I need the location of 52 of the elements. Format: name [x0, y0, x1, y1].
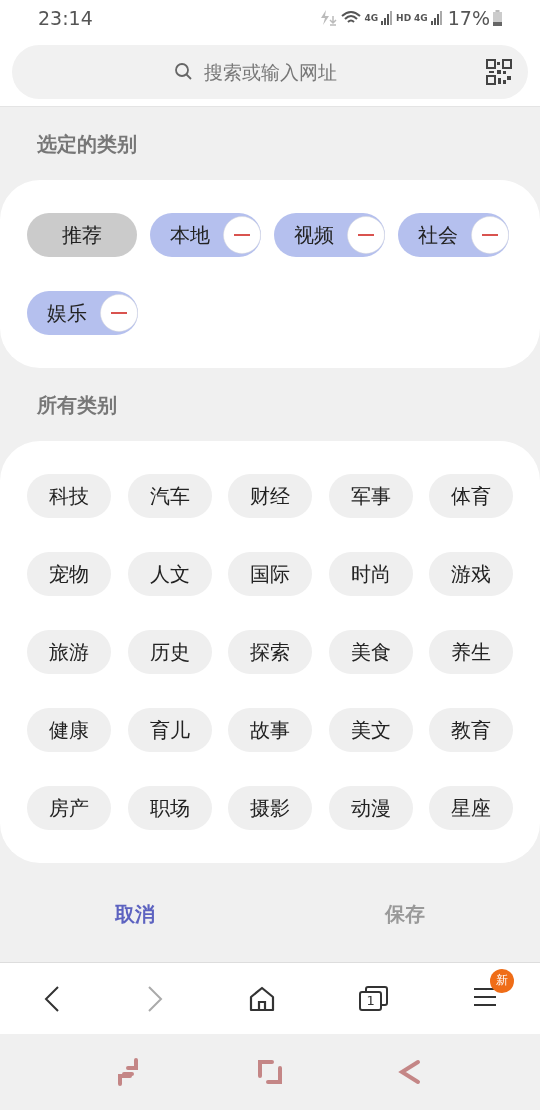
status-time: 23:14: [38, 7, 93, 29]
new-badge: 新: [490, 968, 515, 993]
category-chip[interactable]: 汽车: [127, 474, 212, 518]
network-label: 4G: [364, 13, 379, 23]
category-chip[interactable]: 育儿: [127, 708, 212, 752]
category-chip[interactable]: 人文: [127, 552, 212, 596]
category-chip[interactable]: 动漫: [328, 786, 413, 830]
category-chip[interactable]: 职场: [127, 786, 212, 830]
category-chip[interactable]: 探索: [228, 630, 312, 674]
remove-icon[interactable]: [347, 216, 385, 254]
category-chip[interactable]: 视频: [274, 213, 385, 257]
signal-icon: [430, 11, 443, 25]
battery-percent: 17%: [447, 7, 490, 29]
home-icon[interactable]: [247, 984, 276, 1013]
category-chip[interactable]: 养生: [429, 630, 513, 674]
category-chip[interactable]: 旅游: [27, 630, 111, 674]
category-chip[interactable]: 科技: [27, 474, 111, 518]
category-chip[interactable]: 故事: [228, 708, 312, 752]
battery-icon: [493, 10, 502, 26]
section-title: 所有类别: [36, 392, 118, 419]
category-chip[interactable]: 财经: [228, 474, 312, 518]
network-label: HD: [396, 13, 412, 23]
category-chip[interactable]: 推荐: [27, 213, 137, 257]
category-chip[interactable]: 美食: [328, 630, 413, 674]
category-chip[interactable]: 星座: [429, 786, 513, 830]
section-title: 选定的类别: [36, 131, 138, 158]
search-icon: [174, 62, 194, 82]
category-chip[interactable]: 军事: [328, 474, 413, 518]
qr-code-icon[interactable]: [486, 59, 512, 85]
category-chip[interactable]: 娱乐: [27, 291, 138, 335]
category-chip[interactable]: 社会: [398, 213, 509, 257]
category-chip[interactable]: 时尚: [328, 552, 413, 596]
category-chip[interactable]: 国际: [228, 552, 312, 596]
category-chip[interactable]: 摄影: [228, 786, 312, 830]
cancel-button[interactable]: 取消: [0, 900, 270, 929]
category-chip[interactable]: 教育: [429, 708, 513, 752]
category-chip[interactable]: 游戏: [429, 552, 513, 596]
category-chip[interactable]: 本地: [150, 213, 261, 257]
remove-icon[interactable]: [100, 294, 138, 332]
signal-icon: [381, 11, 394, 25]
home-button-icon[interactable]: [256, 1058, 284, 1086]
category-chip[interactable]: 宠物: [27, 552, 111, 596]
category-chip[interactable]: 历史: [127, 630, 212, 674]
category-chip[interactable]: 健康: [27, 708, 111, 752]
remove-icon[interactable]: [223, 216, 261, 254]
category-chip[interactable]: 房产: [27, 786, 111, 830]
search-field[interactable]: 搜索或输入网址: [202, 60, 366, 84]
category-chip[interactable]: 美文: [328, 708, 413, 752]
network-label: 4G: [414, 13, 428, 23]
category-chip[interactable]: 体育: [429, 474, 513, 518]
charging-icon: [320, 10, 339, 26]
remove-icon[interactable]: [471, 216, 509, 254]
